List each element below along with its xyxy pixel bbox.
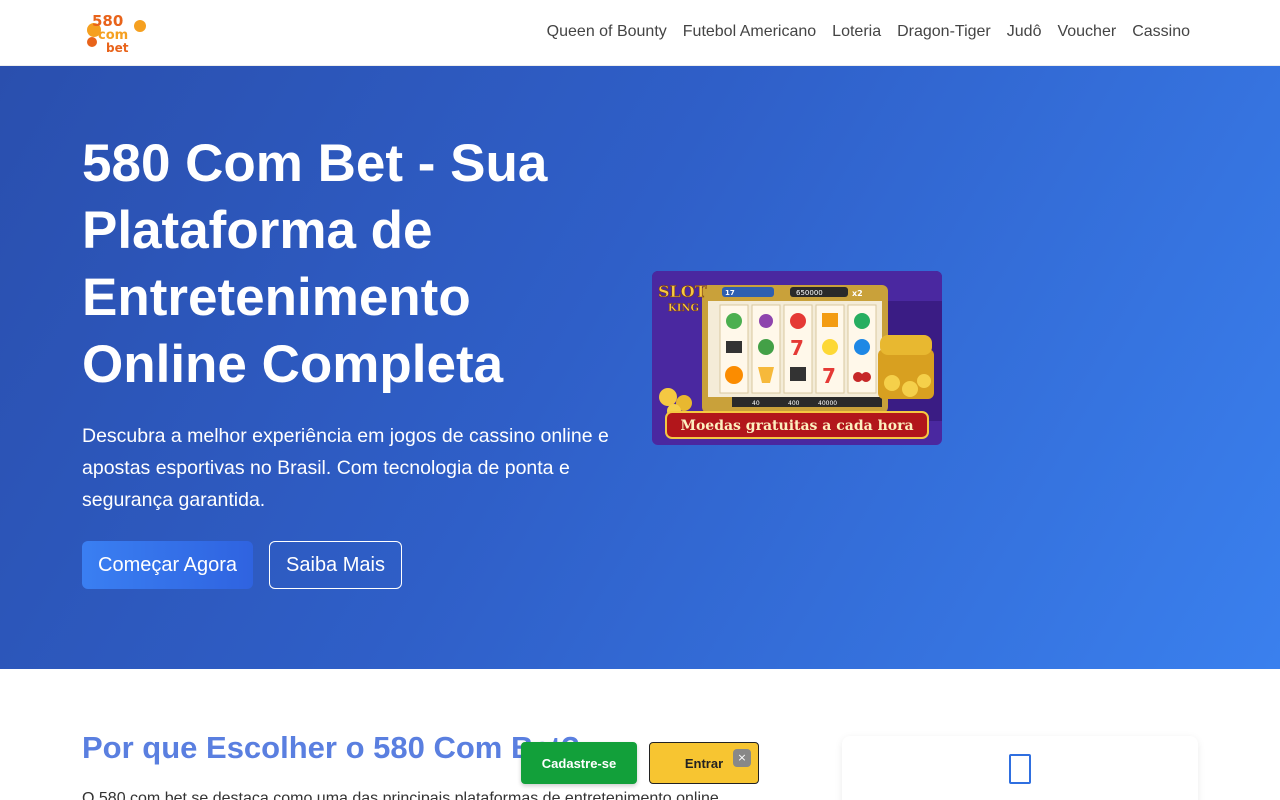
treasure-chest-icon <box>878 335 934 399</box>
nav-link-judo[interactable]: Judô <box>1007 22 1042 42</box>
hero-section: 580 Com Bet - Sua Plataforma de Entreten… <box>0 66 1280 669</box>
close-icon[interactable]: × <box>733 749 751 767</box>
nav-link-loteria[interactable]: Loteria <box>832 22 881 42</box>
site-logo[interactable]: 580 com bet <box>84 10 148 56</box>
nav-link-dragon-tiger[interactable]: Dragon-Tiger <box>897 22 991 42</box>
svg-text:7: 7 <box>790 336 804 360</box>
slot-top-counter: 650000 <box>796 289 823 297</box>
hero-title: 580 Com Bet - Sua Plataforma de Entreten… <box>82 134 548 394</box>
svg-text:7: 7 <box>822 364 836 388</box>
slot-banner-text: Moedas gratuitas a cada hora <box>680 418 913 434</box>
slot-level: 17 <box>725 289 735 297</box>
hero-description: Descubra a melhor experiência em jogos d… <box>82 425 609 511</box>
register-button[interactable]: Cadastre-se <box>521 742 637 784</box>
learn-more-button[interactable]: Saiba Mais <box>269 541 402 589</box>
slot-bet-value: 40 <box>752 400 760 407</box>
slot-line-value: 400 <box>788 400 800 407</box>
mobile-icon <box>1009 754 1031 784</box>
nav-link-futebol-americano[interactable]: Futebol Americano <box>683 22 816 42</box>
nav-link-cassino[interactable]: Cassino <box>1132 22 1190 42</box>
start-now-button[interactable]: Começar Agora <box>82 541 253 589</box>
nav-link-voucher[interactable]: Voucher <box>1057 22 1116 42</box>
section-intro-text: O 580 com bet se destaca como uma das pr… <box>82 790 719 800</box>
section-title: Por que Escolher o 580 Com Bet? <box>82 730 580 765</box>
svg-text:KING: KING <box>668 303 699 314</box>
svg-text:SLOT: SLOT <box>658 282 707 301</box>
slot-reels: 7 7 <box>719 304 877 394</box>
slot-top-multiplier: x2 <box>852 289 863 298</box>
site-header: 580 com bet Queen of Bounty Futebol Amer… <box>0 0 1280 66</box>
logo-text-bet: bet <box>106 41 129 55</box>
nav-link-queen-of-bounty[interactable]: Queen of Bounty <box>547 22 667 42</box>
main-nav: Queen of Bounty Futebol Americano Loteri… <box>547 22 1190 42</box>
slot-win-value: 40000 <box>818 400 837 407</box>
slot-game-image[interactable]: 650000 x2 17 7 7 40 400 40000 SLOT KING … <box>652 271 942 445</box>
